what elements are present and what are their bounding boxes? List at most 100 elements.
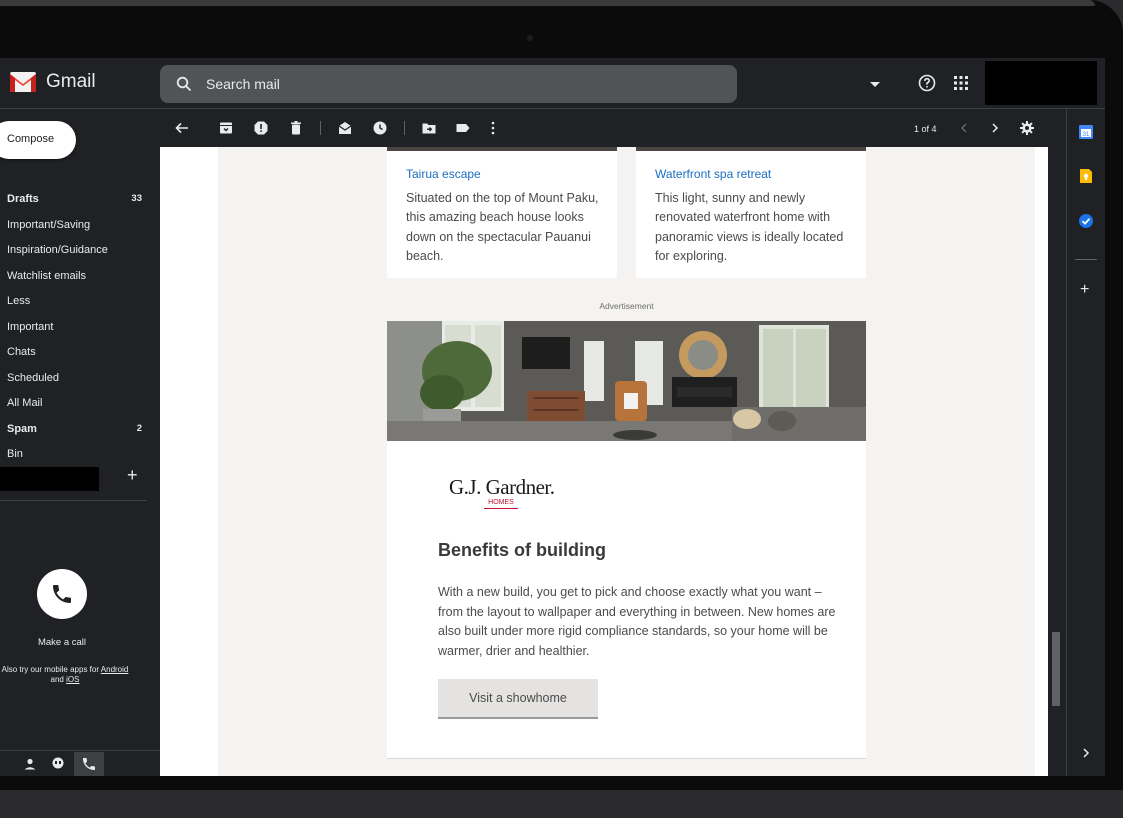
settings-gear-icon[interactable] [1019,120,1035,136]
phone-icon [53,585,71,603]
newer-chevron-left-icon[interactable] [956,120,972,136]
message-toolbar: 1 of 4 [160,109,1048,147]
brand-logo[interactable]: G.J. Gardner. [449,475,555,500]
message-pane-margin-left [160,147,218,776]
hangouts-tabs [0,752,160,776]
sidebar-item-label: Chats [7,346,36,358]
help-icon[interactable] [918,74,936,92]
sidebar-item-count: 33 [131,193,142,204]
expand-panel-chevron-right-icon[interactable] [1078,745,1094,761]
pagination-count: 1 of 4 [914,124,937,134]
back-arrow-icon[interactable] [174,120,190,136]
hangouts-chat-icon[interactable] [50,756,66,772]
gmail-logo-icon[interactable] [10,72,36,92]
sidebar-item-label: Scheduled [7,371,59,384]
sidebar-item-label: Inspiration/Guidance [7,244,108,256]
sidebar-item-important[interactable]: Important [0,315,148,341]
sidebar-item-label: Important/Saving [7,218,91,231]
sidebar-item-label: Bin [7,448,23,460]
older-chevron-right-icon[interactable] [987,120,1003,136]
listing-description: This light, sunny and newly renovated wa… [655,191,844,263]
visit-showhome-button[interactable]: Visit a showhome [438,679,598,719]
android-link[interactable]: Android [101,665,129,674]
toolbar-divider [404,121,405,135]
keep-icon[interactable] [1078,168,1094,184]
folder-list: Drafts 33 Important/Saving Inspiration/G… [0,187,148,468]
laptop-bezel: Gmail Search mail Compose Drafts 33 Impo… [0,0,1123,790]
ad-body-text: With a new build, you get to pick and ch… [438,585,836,658]
hangouts-user-redacted[interactable] [0,467,99,491]
account-redacted[interactable] [985,61,1097,105]
ad-heading: Benefits of building [438,540,606,560]
snooze-clock-icon[interactable] [372,120,388,136]
sidebar-item-label: Less [7,295,31,307]
listing-title[interactable]: Tairua escape [406,167,481,181]
living-room-photo[interactable] [387,321,866,441]
search-input[interactable] [206,73,686,95]
listing-title[interactable]: Waterfront spa retreat [655,167,771,181]
and-text: and [50,675,64,684]
ad-divider [387,758,866,759]
sidebar-item-bin[interactable]: Bin [0,442,148,468]
calendar-day: 31 [1083,132,1090,138]
search-options-chevron-down-icon[interactable] [870,82,880,87]
report-spam-icon[interactable] [253,120,269,136]
laptop-lid-edge [0,0,1095,6]
listing-photo-edge [387,147,617,151]
make-call-button[interactable] [37,569,87,619]
brand-logo-sub: HOMES [484,498,518,509]
phone-tab-icon[interactable] [81,756,97,772]
sidebar-item-count: 2 [136,422,142,434]
more-options-icon[interactable] [485,120,501,136]
search-bar[interactable] [160,65,880,103]
search-icon[interactable] [176,76,192,92]
tasks-icon[interactable] [1078,213,1094,229]
listing-card[interactable]: Tairua escape Situated on the top of Mou… [387,147,617,278]
contacts-person-icon[interactable] [22,756,38,772]
advertisement-label: Advertisement [599,301,654,311]
mobile-note-text: Also try our mobile apps for [1,665,99,674]
calendar-icon[interactable]: 31 [1078,124,1094,140]
compose-label: Compose [7,133,55,145]
sidebar-item-label: Drafts [7,193,39,205]
sidebar-item-scheduled[interactable]: Scheduled [0,366,148,392]
listing-card[interactable]: Waterfront spa retreat This light, sunny… [636,147,866,278]
mark-unread-icon[interactable] [337,120,353,136]
move-to-folder-icon[interactable] [421,120,437,136]
sidebar-item-drafts[interactable]: Drafts 33 [0,187,148,213]
apps-grid-icon[interactable] [953,75,969,91]
listing-photo-edge [636,147,866,151]
make-call-label: Make a call [37,637,87,648]
ios-link[interactable]: iOS [66,675,79,684]
sidebar-bottom-divider [0,750,160,751]
message-pane-margin-right [1035,147,1048,776]
sidebar-item-spam[interactable]: Spam 2 [0,417,148,443]
label-tag-icon[interactable] [455,120,471,136]
sidebar-item-less[interactable]: Less [0,289,148,315]
delete-trash-icon[interactable] [288,120,304,136]
sidebar-item-label: All Mail [7,397,43,409]
webcam [527,35,533,41]
add-label-button[interactable]: + [127,465,138,486]
advertisement-block: G.J. Gardner. HOMES Benefits of building… [387,321,866,758]
side-panel: 31 + [1066,109,1105,776]
gmail-screen: Gmail Search mail Compose Drafts 33 Impo… [0,58,1105,776]
compose-button[interactable]: Compose [0,121,76,159]
sidebar: Compose Drafts 33 Important/Saving Inspi… [0,109,160,776]
email-body: Tairua escape Situated on the top of Mou… [218,147,1035,776]
sidebar-item-all-mail[interactable]: All Mail [0,391,148,417]
toolbar-divider [320,121,321,135]
mobile-apps-note: Also try our mobile apps for Android and… [0,665,138,685]
sidebar-item-watchlist-emails[interactable]: Watchlist emails [0,264,148,290]
sidebar-item-label: Spam [7,422,37,435]
message-scrollbar[interactable] [1052,632,1060,706]
side-panel-divider [1075,259,1097,260]
sidebar-item-chats[interactable]: Chats [0,340,148,366]
sidebar-item-important-saving[interactable]: Important/Saving [0,213,148,239]
get-addons-button[interactable]: + [1080,281,1089,299]
app-header: Gmail [0,58,1105,109]
sidebar-item-inspiration-guidance[interactable]: Inspiration/Guidance [0,238,148,264]
sidebar-item-label: Watchlist emails [7,269,87,282]
archive-icon[interactable] [218,120,234,136]
listing-description: Situated on the top of Mount Paku, this … [406,191,599,263]
